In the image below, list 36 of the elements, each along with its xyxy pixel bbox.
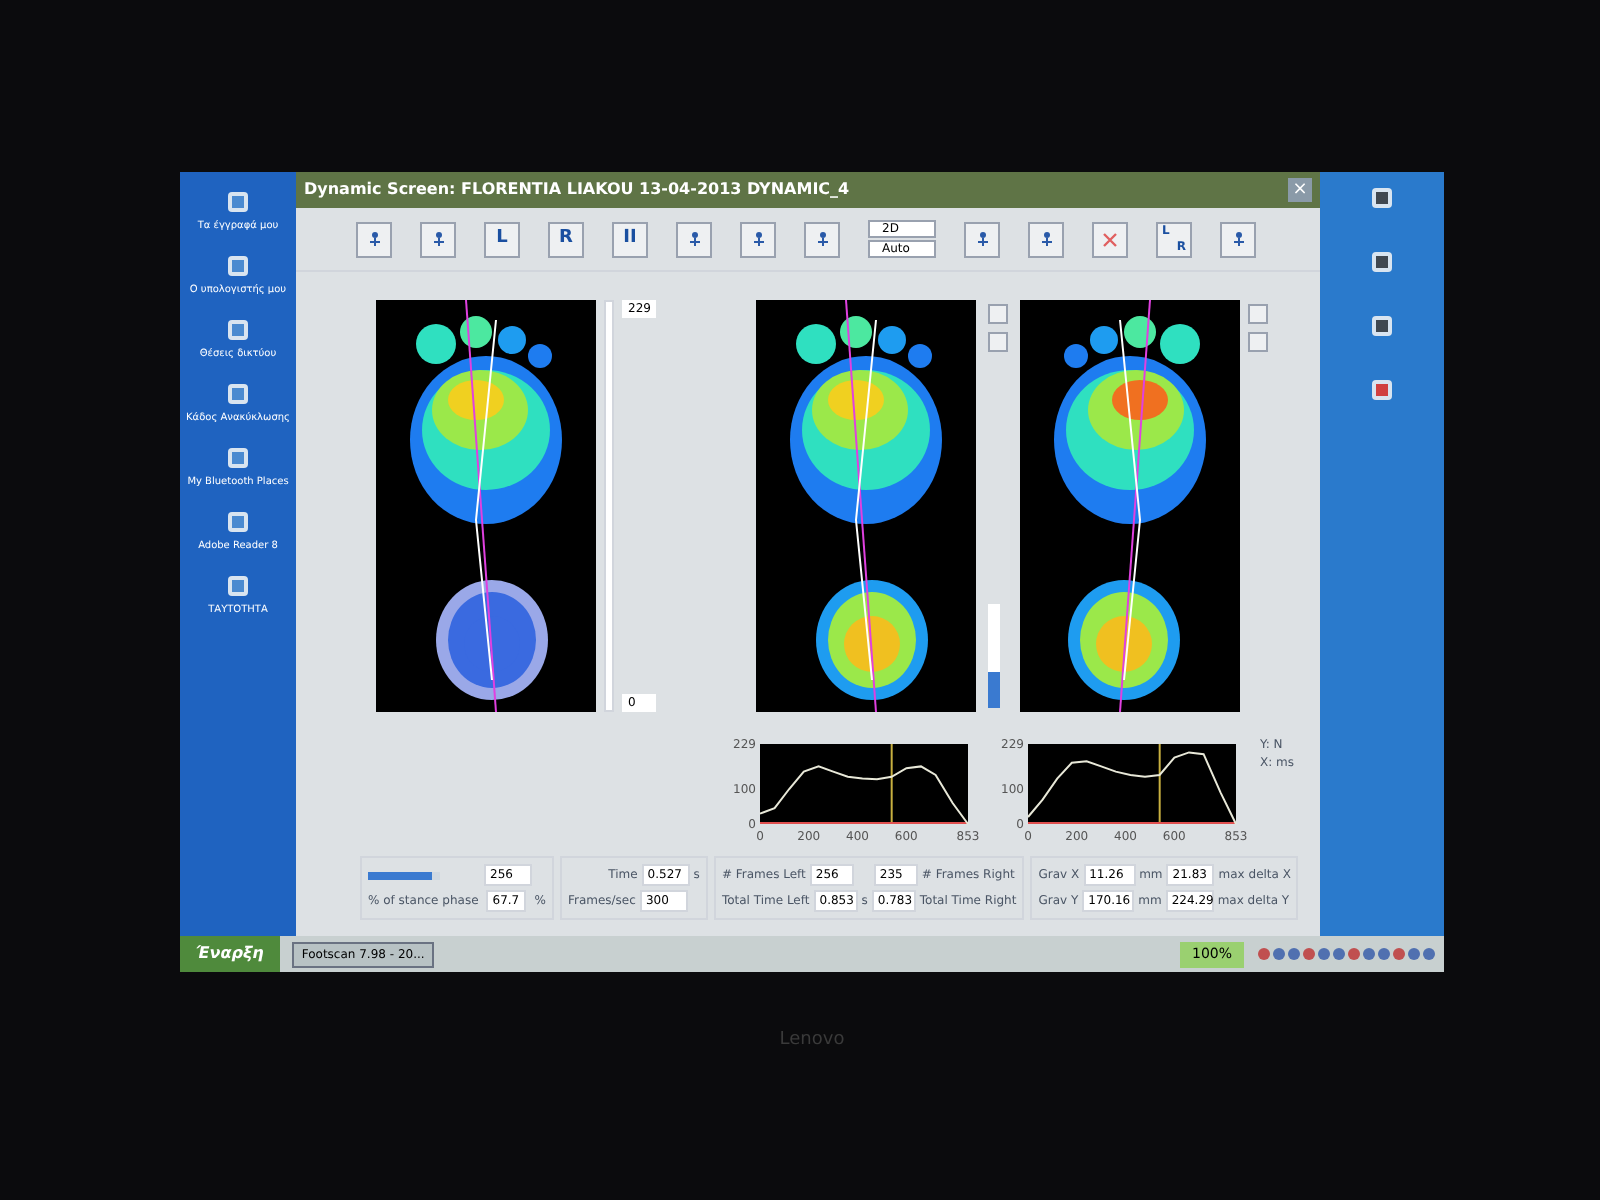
desktop-icon[interactable] [1368, 248, 1396, 276]
desktop-icon[interactable] [224, 188, 252, 216]
tool-icon [813, 230, 831, 248]
marker-line [890, 743, 893, 825]
tool-icon [365, 230, 383, 248]
toolbar-button[interactable]: R [548, 221, 584, 257]
toolbar-button[interactable] [1028, 221, 1064, 257]
tool-icon [749, 230, 767, 248]
start-button[interactable]: Έναρξη [180, 936, 280, 972]
desktop-icon[interactable] [1368, 376, 1396, 404]
toolbar-button[interactable] [1092, 221, 1128, 257]
desktop-icon[interactable] [224, 316, 252, 344]
window-title: Dynamic Screen: FLORENTIA LIAKOU 13-04-2013 DYNAMIC_4 [304, 178, 850, 202]
toolbar-button[interactable] [1220, 221, 1256, 257]
marker-line [1158, 743, 1161, 825]
tool-icon [685, 230, 703, 248]
desktop-icon[interactable] [224, 444, 252, 472]
tool-icon [1037, 230, 1055, 248]
toolbar-button[interactable] [676, 221, 712, 257]
tool-icon [973, 230, 991, 248]
desktop-icon[interactable] [224, 572, 252, 600]
tool-icon [1229, 230, 1247, 248]
desktop-icon[interactable] [224, 380, 252, 408]
desktop-icon[interactable] [1368, 312, 1396, 340]
cross-icon [1102, 231, 1118, 247]
toolbar-button[interactable] [740, 221, 776, 257]
toolbar-button[interactable]: II [612, 221, 648, 257]
desktop-icon[interactable] [224, 508, 252, 536]
desktop-icon[interactable] [1368, 184, 1396, 212]
toolbar-button[interactable] [964, 221, 1000, 257]
toolbar-button[interactable] [804, 221, 840, 257]
desktop-icon[interactable] [224, 252, 252, 280]
tool-icon [429, 230, 447, 248]
toolbar-button[interactable] [356, 221, 392, 257]
toolbar-button[interactable]: L [484, 221, 520, 257]
toolbar-button[interactable] [420, 221, 456, 257]
